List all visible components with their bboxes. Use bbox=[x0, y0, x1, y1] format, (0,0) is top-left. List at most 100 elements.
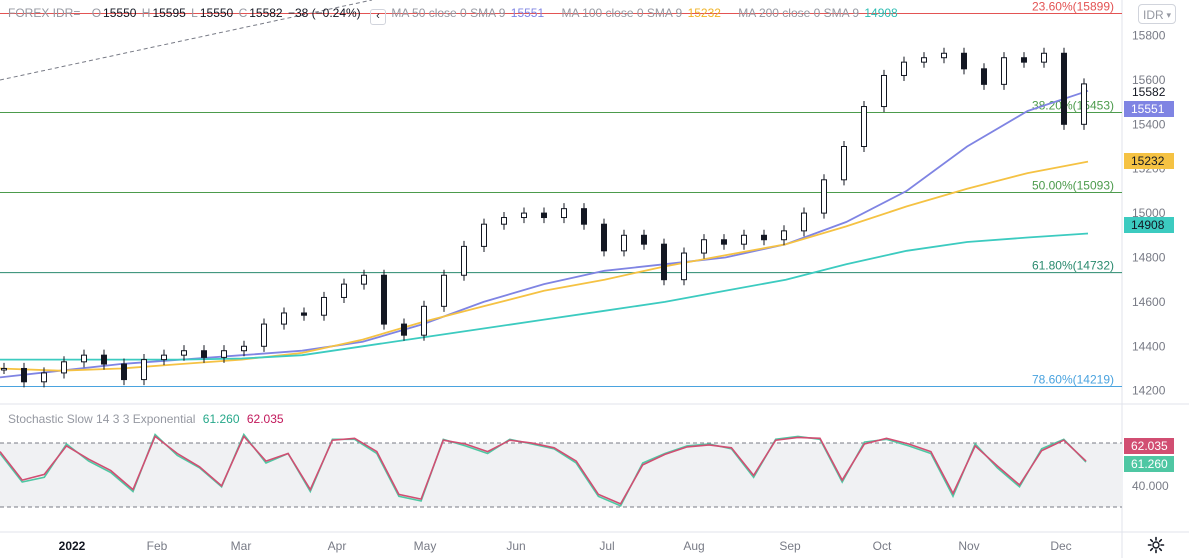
y-tick-label: 14600 bbox=[1132, 295, 1166, 309]
chevron-down-icon: ▾ bbox=[1166, 10, 1171, 20]
candle-body bbox=[561, 208, 567, 219]
fib-label-0: 23.60%(15899) bbox=[1032, 0, 1114, 14]
ma200-value: 14908 bbox=[864, 6, 898, 20]
candle-body bbox=[881, 74, 887, 108]
candle-body bbox=[1041, 52, 1047, 63]
candle-body bbox=[81, 354, 87, 363]
candle-body bbox=[801, 212, 807, 232]
candle-body bbox=[501, 217, 507, 225]
candle-body bbox=[961, 52, 967, 70]
ma50-badge-text: 15551 bbox=[1131, 102, 1165, 116]
price-axis[interactable]: 1420014400146001480015000152001540015600… bbox=[1132, 29, 1166, 398]
candle-body bbox=[141, 359, 147, 381]
open-value: 15550 bbox=[103, 6, 137, 20]
y-tick-label: 15800 bbox=[1132, 29, 1166, 43]
high-value: 15595 bbox=[152, 6, 186, 20]
candle-body bbox=[281, 312, 287, 325]
candle-body bbox=[21, 367, 27, 383]
candle-body bbox=[221, 350, 227, 358]
x-tick-label: Oct bbox=[873, 539, 892, 553]
candle-body bbox=[941, 52, 947, 59]
ma100-badge-text: 15232 bbox=[1131, 154, 1165, 168]
fib-label-4: 78.60%(14219) bbox=[1032, 372, 1114, 386]
candle-body bbox=[461, 245, 467, 276]
stoch-d-badge-text: 62.035 bbox=[1131, 439, 1168, 453]
x-tick-label: 2022 bbox=[59, 539, 86, 553]
high-label: H bbox=[141, 6, 151, 20]
candle-body bbox=[741, 234, 747, 245]
candle-body bbox=[581, 208, 587, 225]
candle-body bbox=[641, 234, 647, 245]
stochastic-legend: Stochastic Slow 14 3 3 Exponential 61.26… bbox=[8, 412, 284, 426]
close-value: 15582 bbox=[249, 6, 283, 20]
candle-body bbox=[41, 372, 47, 383]
x-tick-label: Feb bbox=[147, 539, 168, 553]
x-tick-label: Jul bbox=[599, 539, 614, 553]
candle-body bbox=[1, 367, 7, 371]
fib-label-3: 61.80%(14732) bbox=[1032, 259, 1114, 273]
stoch-d-value: 62.035 bbox=[246, 412, 284, 426]
price-badges: 15582 15551 15232 14908 40.000 62.035 61.260 bbox=[1124, 85, 1174, 493]
gear-icon[interactable] bbox=[1147, 536, 1165, 554]
ma50-label[interactable]: MA 50 close 0 SMA 9 bbox=[391, 6, 505, 20]
x-tick-label: Nov bbox=[958, 539, 979, 553]
symbol-name[interactable]: FOREX IDR= bbox=[8, 6, 80, 20]
candle-body bbox=[681, 252, 687, 281]
candle-body bbox=[241, 345, 247, 352]
candle-body bbox=[1001, 57, 1007, 85]
low-value: 15550 bbox=[199, 6, 234, 20]
x-tick-label: Aug bbox=[683, 539, 704, 553]
candle-body bbox=[761, 234, 767, 241]
candle-body bbox=[201, 350, 207, 358]
candle-body bbox=[301, 312, 307, 316]
y-tick-label: 15400 bbox=[1132, 117, 1166, 131]
y-tick-label: 14200 bbox=[1132, 384, 1166, 398]
currency-label: IDR bbox=[1143, 8, 1164, 22]
candle-body bbox=[261, 323, 267, 347]
fib-label-2: 50.00%(15093) bbox=[1032, 178, 1114, 192]
candle-body bbox=[121, 363, 127, 381]
currency-selector[interactable]: IDR ▾ bbox=[1138, 4, 1176, 24]
candle-body bbox=[421, 305, 427, 336]
stochastic-label[interactable]: Stochastic Slow 14 3 3 Exponential bbox=[8, 412, 195, 426]
x-tick-label: Apr bbox=[328, 539, 347, 553]
x-tick-label: Mar bbox=[231, 539, 252, 553]
candle-body bbox=[601, 223, 607, 252]
stoch-y-tick: 40.000 bbox=[1132, 479, 1169, 493]
ma100-label[interactable]: MA 100 close 0 SMA 9 bbox=[561, 6, 682, 20]
candle-body bbox=[1061, 52, 1067, 125]
x-tick-label: Sep bbox=[779, 539, 801, 553]
candle-body bbox=[361, 274, 367, 285]
candle-body bbox=[441, 274, 447, 307]
candle-body bbox=[901, 61, 907, 76]
candle-body bbox=[61, 361, 67, 374]
candle-body bbox=[1081, 83, 1087, 125]
candle-body bbox=[921, 57, 927, 63]
candle-body bbox=[721, 239, 727, 245]
candle-body bbox=[861, 106, 867, 148]
candle-body bbox=[521, 212, 527, 219]
candle-body bbox=[1021, 57, 1027, 63]
chart-canvas[interactable]: 23.60%(15899)38.20%(15453)50.00%(15093)6… bbox=[0, 0, 1189, 558]
candle-body bbox=[321, 296, 327, 316]
collapse-legend-button[interactable]: ‹ bbox=[370, 9, 387, 25]
candle-body bbox=[621, 234, 627, 252]
candle-body bbox=[541, 212, 547, 219]
x-tick-label: May bbox=[414, 539, 437, 553]
close-label: C bbox=[238, 6, 248, 20]
stoch-k-value: 61.260 bbox=[202, 412, 240, 426]
low-label: L bbox=[191, 6, 198, 20]
candle-body bbox=[781, 230, 787, 241]
symbol-legend: FOREX IDR= O 15550 H 15595 L 15550 C 15582 −… bbox=[8, 6, 900, 25]
ma100-value: 15232 bbox=[687, 6, 721, 20]
candle-body bbox=[101, 354, 107, 365]
candle-body bbox=[401, 323, 407, 336]
x-tick-label: Jun bbox=[506, 539, 525, 553]
candle-body bbox=[701, 239, 707, 254]
ma200-label[interactable]: MA 200 close 0 SMA 9 bbox=[738, 6, 859, 20]
ma200-badge-text: 14908 bbox=[1131, 218, 1165, 232]
y-tick-label: 14400 bbox=[1132, 339, 1166, 353]
y-tick-label: 14800 bbox=[1132, 250, 1166, 264]
candle-body bbox=[981, 68, 987, 85]
stoch-k-badge-text: 61.260 bbox=[1131, 457, 1168, 471]
